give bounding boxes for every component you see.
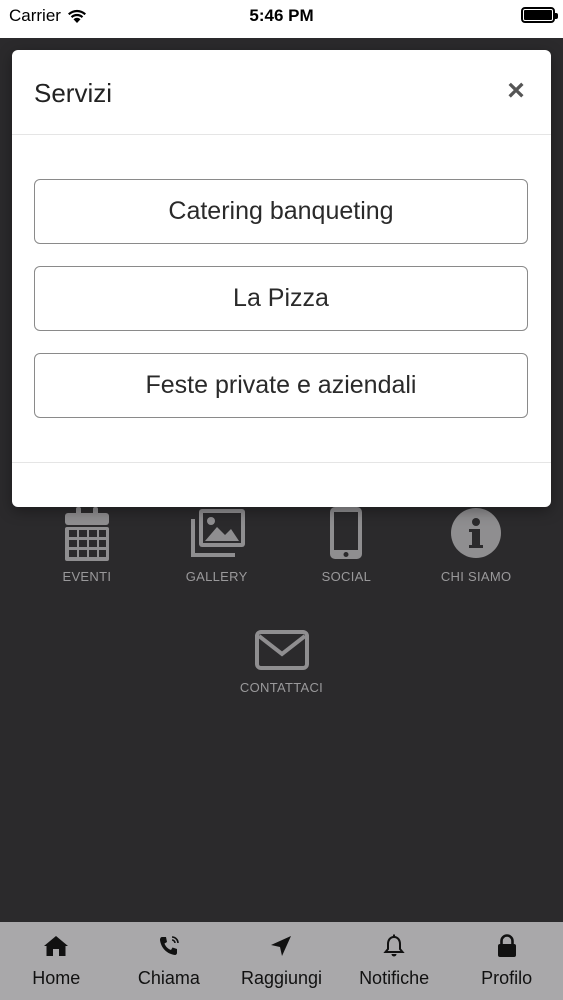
grid-item-gallery[interactable]: GALLERY (162, 505, 272, 584)
mobile-phone-icon (330, 507, 363, 559)
grid-label-gallery: GALLERY (185, 569, 248, 584)
grid-label-contattaci: CONTATTACI (239, 680, 324, 695)
tab-profilo[interactable]: Profilo (450, 922, 563, 1000)
grid-item-social[interactable]: SOCIAL (291, 505, 401, 584)
bell-icon (383, 934, 405, 957)
close-icon: × (507, 74, 525, 107)
tab-raggiungi[interactable]: Raggiungi (225, 922, 338, 1000)
home-icon (44, 936, 69, 956)
close-button[interactable]: × (501, 76, 531, 106)
tab-label-notifiche: Notifiche (359, 968, 430, 988)
grid-item-chi-siamo[interactable]: CHI SIAMO (421, 505, 531, 584)
tab-label-home: Home (32, 968, 81, 988)
tab-label-profilo: Profilo (481, 968, 533, 988)
modal-title: Servizi (34, 78, 113, 108)
modal-body: Catering banqueting La Pizza Feste priva… (12, 135, 551, 418)
battery-icon (521, 7, 558, 23)
grid-label-eventi: EVENTI (62, 569, 112, 584)
grid-item-contattaci[interactable]: CONTATTACI (227, 628, 337, 695)
grid-label-social: SOCIAL (321, 569, 372, 584)
status-time: 5:46 PM (249, 6, 314, 25)
modal-header: Servizi × (12, 50, 551, 135)
calendar-icon (64, 507, 109, 561)
tab-bar: Home Chiama Raggiungi Notifiche Profilo (0, 922, 563, 1000)
grid-label-chi-siamo: CHI SIAMO (440, 569, 512, 584)
tab-notifiche[interactable]: Notifiche (338, 922, 451, 1000)
catering-banqueting-button[interactable]: Catering banqueting (34, 179, 528, 244)
modal-footer (12, 462, 551, 507)
images-icon (190, 509, 245, 557)
lock-icon (497, 934, 516, 957)
tab-home[interactable]: Home (0, 922, 113, 1000)
tab-label-raggiungi: Raggiungi (240, 968, 323, 988)
tab-chiama[interactable]: Chiama (113, 922, 226, 1000)
grid-item-eventi[interactable]: EVENTI (32, 505, 142, 584)
feste-private-button[interactable]: Feste private e aziendali (34, 353, 528, 418)
envelope-icon (254, 630, 309, 670)
info-circle-icon (451, 508, 502, 558)
tab-label-chiama: Chiama (137, 968, 200, 988)
services-modal: Servizi × Catering banqueting La Pizza F… (12, 50, 551, 507)
menu-grid: EVENTI GALLERY SOCIAL CHI SIAMO CONTATTA… (0, 505, 563, 695)
location-arrow-icon (271, 936, 292, 956)
status-bar: Carrier 5:46 PM (0, 0, 563, 38)
la-pizza-button[interactable]: La Pizza (34, 266, 528, 331)
phone-icon (159, 936, 179, 955)
